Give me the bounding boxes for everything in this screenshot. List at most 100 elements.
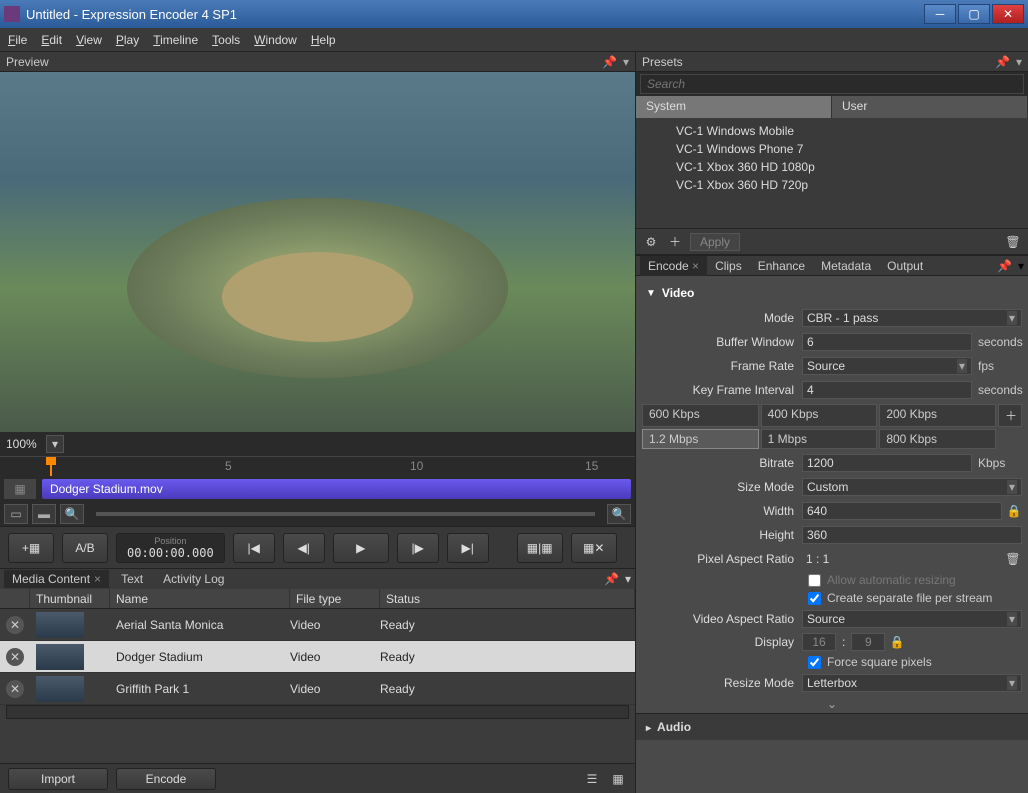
play-button[interactable]: ▶ [333,533,389,563]
add-bitrate-button[interactable]: ＋ [998,404,1022,427]
zoom-input[interactable] [6,437,46,451]
marker-button[interactable]: ▬ [32,504,56,524]
remove-item-button[interactable]: ✕ [6,648,24,666]
zoom-in-button[interactable]: 🔍 [607,504,631,524]
separate-file-checkbox[interactable] [808,592,821,605]
preset-item[interactable]: VC-1 Xbox 360 HD 1080p [676,158,1028,176]
skip-start-button[interactable]: |◀ [233,533,275,563]
bitrate-preset[interactable]: 600 Kbps [642,404,759,427]
media-row[interactable]: ✕ Aerial Santa Monica Video Ready [0,609,635,641]
close-button[interactable]: ✕ [992,4,1024,24]
tab-user-presets[interactable]: User [832,96,1028,118]
col-thumbnail[interactable]: Thumbnail [30,589,110,608]
remove-clip-button[interactable]: ▦✕ [571,533,617,563]
sizemode-select[interactable]: Custom [802,478,1022,496]
pin-icon[interactable]: 📌 [995,55,1010,69]
tab-activity-log[interactable]: Activity Log [155,570,232,588]
skip-end-button[interactable]: ▶| [447,533,489,563]
expand-more-icon[interactable]: ⌄ [636,695,1028,713]
col-filetype[interactable]: File type [290,589,380,608]
framerate-select[interactable]: Source [802,357,972,375]
timeline-clip[interactable]: Dodger Stadium.mov [42,479,631,499]
mode-select[interactable]: CBR - 1 pass [802,309,1022,327]
zoom-slider[interactable] [96,512,595,516]
horizontal-scrollbar[interactable] [6,705,629,719]
tab-output[interactable]: Output [879,256,931,276]
audio-section-header[interactable]: Audio [636,713,1028,740]
chevron-down-icon[interactable]: ▾ [1016,55,1022,69]
close-tab-icon[interactable]: × [692,259,699,273]
tab-text[interactable]: Text [113,570,151,588]
preset-list[interactable]: VC-1 Windows Mobile VC-1 Windows Phone 7… [636,118,1028,228]
bitrate-preset[interactable]: 200 Kbps [879,404,996,427]
resize-mode-select[interactable]: Letterbox [802,674,1022,692]
apply-preset-button[interactable]: Apply [690,233,740,251]
chevron-down-icon[interactable]: ▾ [623,55,629,69]
bitrate-preset[interactable]: 800 Kbps [879,429,996,449]
menu-timeline[interactable]: Timeline [153,33,198,47]
pin-icon[interactable]: 📌 [997,259,1012,273]
tab-encode[interactable]: Encode × [640,256,707,276]
zoom-dropdown[interactable]: ▾ [46,435,64,453]
height-input[interactable] [802,526,1022,544]
pin-icon[interactable]: 📌 [604,572,619,586]
menu-window[interactable]: Window [254,33,297,47]
tab-clips[interactable]: Clips [707,256,750,276]
chevron-down-icon[interactable]: ▾ [625,572,631,586]
tab-enhance[interactable]: Enhance [750,256,813,276]
grid-view-icon[interactable]: ▦ [609,770,627,788]
snap-button[interactable]: ▭ [4,504,28,524]
split-clip-button[interactable]: ▦|▦ [517,533,563,563]
lock-icon[interactable]: 🔒 [1006,503,1022,519]
maximize-button[interactable]: ▢ [958,4,990,24]
preset-item[interactable]: VC-1 Xbox 360 HD 720p [676,176,1028,194]
trash-icon[interactable]: 🗑 [1004,550,1022,568]
menu-view[interactable]: View [76,33,102,47]
col-status[interactable]: Status [380,589,635,608]
menu-tools[interactable]: Tools [212,33,240,47]
add-clip-button[interactable]: +▦ [8,533,54,563]
menu-file[interactable]: File [8,33,27,47]
preset-item[interactable]: VC-1 Windows Mobile [676,122,1028,140]
close-tab-icon[interactable]: × [94,572,101,586]
media-row[interactable]: ✕ Griffith Park 1 Video Ready [0,673,635,705]
pin-icon[interactable]: 📌 [602,55,617,69]
ab-button[interactable]: A/B [62,533,108,563]
remove-item-button[interactable]: ✕ [6,680,24,698]
gear-icon[interactable]: ⚙ [642,233,660,251]
bitrate-preset[interactable]: 1.2 Mbps [642,429,759,449]
preset-item[interactable]: VC-1 Windows Phone 7 [676,140,1028,158]
bitrate-preset[interactable]: 1 Mbps [761,429,878,449]
zoom-out-button[interactable]: 🔍 [60,504,84,524]
force-square-checkbox[interactable] [808,656,821,669]
preset-search-input[interactable] [640,74,1024,94]
bitrate-input[interactable] [802,454,972,472]
preview-viewport[interactable] [0,72,635,432]
list-view-icon[interactable]: ☰ [583,770,601,788]
display-w-input[interactable] [802,633,836,651]
bitrate-preset[interactable]: 400 Kbps [761,404,878,427]
minimize-button[interactable]: ─ [924,4,956,24]
buffer-input[interactable] [802,333,972,351]
menu-edit[interactable]: Edit [41,33,62,47]
media-row[interactable]: ✕ Dodger Stadium Video Ready [0,641,635,673]
step-back-button[interactable]: ◀| [283,533,325,563]
tab-system-presets[interactable]: System [636,96,832,118]
video-aspect-select[interactable]: Source [802,610,1022,628]
col-name[interactable]: Name [110,589,290,608]
menu-help[interactable]: Help [311,33,336,47]
allow-resizing-checkbox[interactable] [808,574,821,587]
encode-button[interactable]: Encode [116,768,216,790]
import-button[interactable]: Import [8,768,108,790]
chevron-down-icon[interactable]: ▾ [1018,259,1024,273]
menu-play[interactable]: Play [116,33,139,47]
add-icon[interactable]: ＋ [666,233,684,251]
playhead[interactable] [50,457,52,476]
tab-media-content[interactable]: Media Content× [4,570,109,588]
step-forward-button[interactable]: |▶ [397,533,439,563]
lock-icon[interactable]: 🔒 [889,634,905,650]
display-h-input[interactable] [851,633,885,651]
keyframe-input[interactable] [802,381,972,399]
width-input[interactable] [802,502,1002,520]
remove-item-button[interactable]: ✕ [6,616,24,634]
